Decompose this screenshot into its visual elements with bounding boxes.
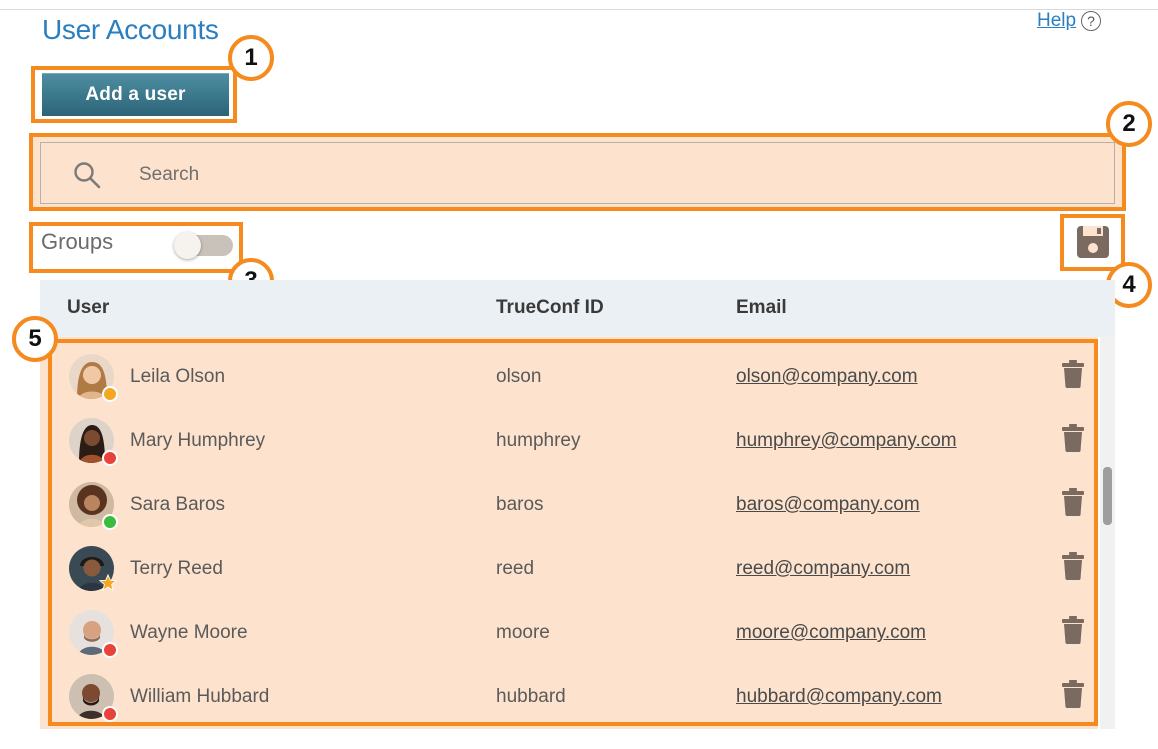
callout-badge-2: 2 (1106, 101, 1152, 147)
highlight-user-list (48, 339, 1098, 726)
column-header-email[interactable]: Email (736, 297, 787, 319)
search-icon (74, 162, 101, 189)
top-border (0, 9, 1158, 10)
callout-badge-1: 1 (228, 35, 274, 81)
toggle-knob (174, 232, 201, 259)
add-user-button[interactable]: Add a user (42, 73, 229, 116)
help-link[interactable]: Help (1037, 10, 1076, 32)
page-title: User Accounts (42, 14, 219, 45)
column-header-user[interactable]: User (67, 297, 109, 319)
scrollbar-thumb[interactable] (1103, 467, 1112, 525)
search-input[interactable] (137, 159, 1041, 191)
help-circle-icon[interactable]: ? (1081, 11, 1102, 31)
scrollbar[interactable] (1100, 337, 1115, 729)
help-area[interactable]: Help ? (1037, 10, 1102, 32)
callout-badge-5: 5 (12, 316, 58, 362)
floppy-disk-icon[interactable] (1075, 224, 1111, 260)
groups-label: Groups (41, 229, 114, 254)
column-header-trueconf-id[interactable]: TrueConf ID (496, 297, 604, 319)
groups-toggle[interactable] (174, 232, 233, 259)
